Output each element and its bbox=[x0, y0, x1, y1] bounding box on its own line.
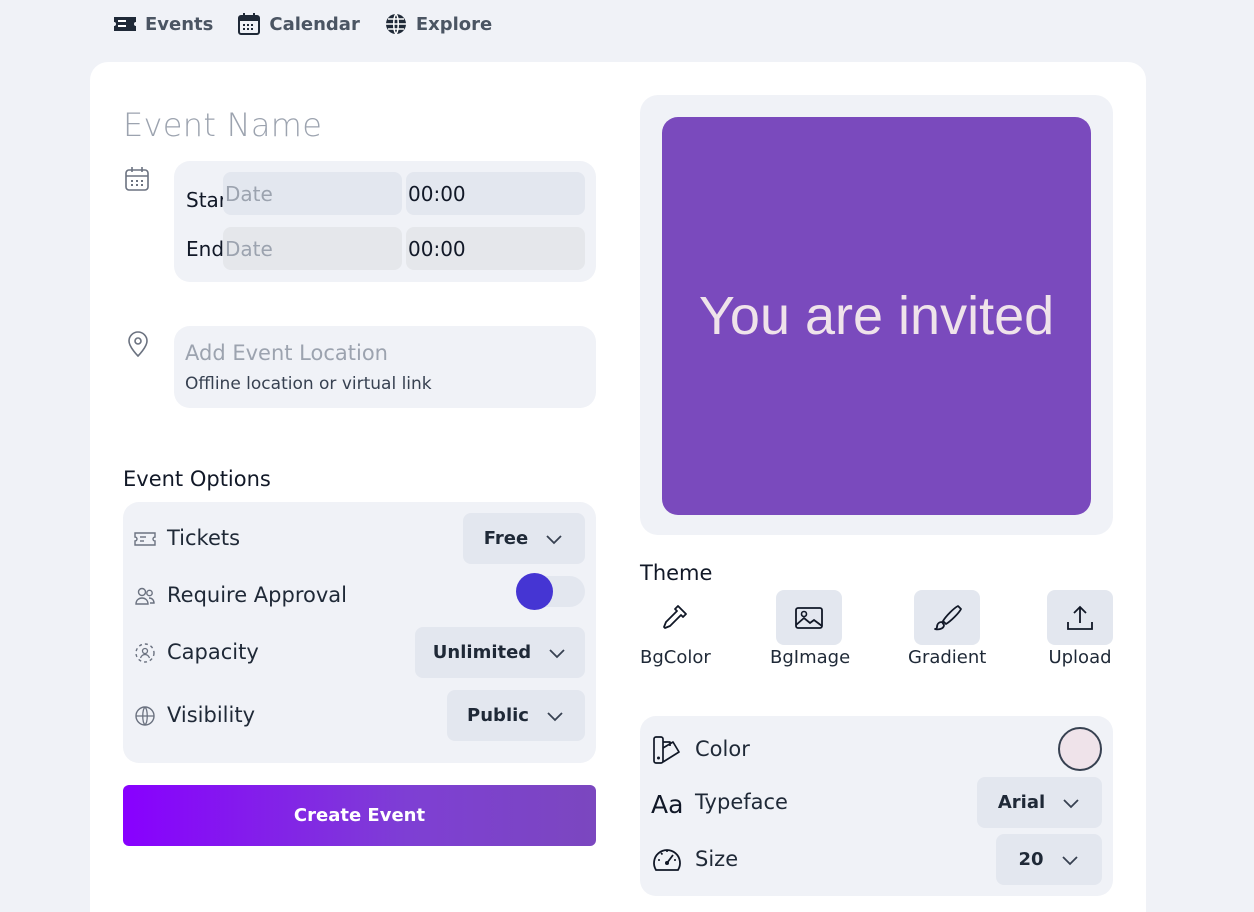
start-date-input[interactable]: Date bbox=[223, 172, 402, 215]
start-label: Star bbox=[186, 188, 223, 212]
visibility-dropdown[interactable]: Public bbox=[447, 690, 585, 741]
end-label: End bbox=[186, 237, 225, 261]
typeface-label: Typeface bbox=[695, 790, 788, 814]
bgcolor-label: BgColor bbox=[640, 647, 711, 668]
end-time-input[interactable]: 00:00 bbox=[406, 227, 585, 270]
gauge-icon bbox=[653, 849, 681, 871]
create-event-button[interactable]: Create Event bbox=[123, 785, 596, 846]
tickets-dropdown[interactable]: Free bbox=[463, 513, 585, 564]
upload-button[interactable] bbox=[1047, 590, 1113, 645]
users-icon bbox=[135, 587, 155, 605]
capacity-icon bbox=[135, 643, 155, 663]
nav-label-explore: Explore bbox=[415, 13, 493, 35]
bgcolor-button[interactable] bbox=[641, 590, 707, 645]
upload-icon bbox=[1067, 605, 1093, 630]
gradient-button[interactable] bbox=[914, 590, 980, 645]
capacity-value: Unlimited bbox=[432, 642, 532, 663]
toggle-knob bbox=[516, 573, 553, 610]
upload-label: Upload bbox=[1048, 647, 1112, 668]
bgimage-button[interactable] bbox=[776, 590, 842, 645]
text-color-swatch[interactable] bbox=[1058, 727, 1102, 771]
end-date-input[interactable]: Date bbox=[223, 227, 402, 270]
ticket-icon bbox=[114, 17, 136, 31]
top-nav: Events Calendar Explore bbox=[113, 12, 492, 36]
approval-label: Require Approval bbox=[167, 583, 347, 607]
nav-item-explore[interactable]: Explore bbox=[384, 12, 492, 36]
event-options-title: Event Options bbox=[123, 467, 271, 491]
location-pin-icon bbox=[128, 331, 148, 358]
size-value: 20 bbox=[1018, 849, 1044, 870]
bgimage-label: BgImage bbox=[770, 647, 851, 668]
invitation-preview: You are invited bbox=[662, 117, 1091, 515]
approval-toggle[interactable] bbox=[516, 573, 585, 610]
nav-item-events[interactable]: Events bbox=[113, 12, 213, 36]
typeface-icon: Aa bbox=[651, 790, 683, 819]
calendar-icon bbox=[125, 167, 149, 191]
capacity-label: Capacity bbox=[167, 640, 259, 664]
calendar-icon bbox=[238, 13, 261, 35]
chevron-down-icon bbox=[549, 648, 565, 658]
chevron-down-icon bbox=[546, 534, 562, 544]
event-name-input[interactable]: Event Name bbox=[123, 106, 322, 144]
svg-text:Aa: Aa bbox=[651, 790, 683, 819]
globe-icon bbox=[385, 13, 406, 35]
preview-text: You are invited bbox=[698, 286, 1055, 346]
nav-label-events: Events bbox=[145, 13, 214, 35]
chevron-down-icon bbox=[1063, 798, 1079, 808]
typeface-dropdown[interactable]: Arial bbox=[977, 777, 1102, 828]
start-time-input[interactable]: 00:00 bbox=[406, 172, 585, 215]
globe-icon bbox=[135, 706, 155, 726]
size-label: Size bbox=[695, 847, 739, 871]
ticket-icon bbox=[134, 532, 156, 546]
nav-label-calendar: Calendar bbox=[269, 13, 360, 35]
color-label: Color bbox=[695, 737, 750, 761]
palette-icon bbox=[653, 736, 680, 764]
chevron-down-icon bbox=[547, 711, 563, 721]
theme-title: Theme bbox=[640, 561, 713, 585]
location-input[interactable] bbox=[174, 326, 596, 408]
brush-icon bbox=[934, 604, 962, 630]
image-icon bbox=[795, 606, 823, 629]
tickets-value: Free bbox=[483, 528, 529, 549]
tickets-label: Tickets bbox=[167, 526, 241, 550]
nav-item-calendar[interactable]: Calendar bbox=[237, 12, 360, 36]
typeface-value: Arial bbox=[997, 792, 1046, 813]
gradient-label: Gradient bbox=[908, 647, 987, 668]
visibility-value: Public bbox=[467, 705, 529, 726]
chevron-down-icon bbox=[1061, 855, 1078, 865]
eyedropper-icon bbox=[663, 604, 687, 629]
location-hint: Offline location or virtual link bbox=[185, 374, 432, 394]
visibility-label: Visibility bbox=[167, 703, 256, 727]
capacity-dropdown[interactable]: Unlimited bbox=[415, 627, 585, 678]
location-placeholder: Add Event Location bbox=[185, 341, 388, 365]
size-dropdown[interactable]: 20 bbox=[996, 834, 1102, 885]
